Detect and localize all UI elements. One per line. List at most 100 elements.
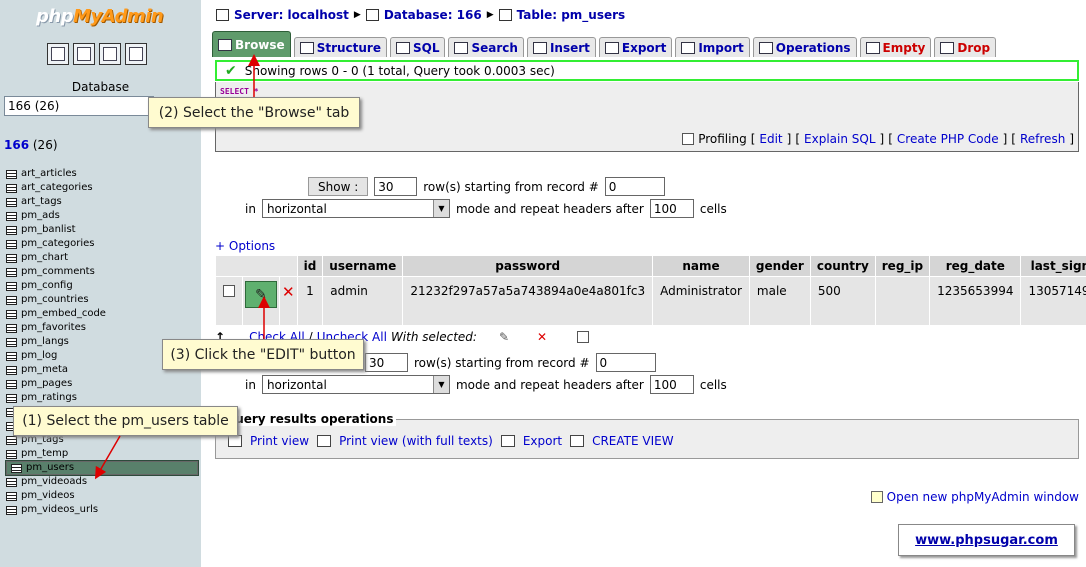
documentation-icon[interactable] bbox=[99, 43, 121, 65]
table-icon[interactable] bbox=[6, 309, 17, 319]
column-header-password[interactable]: password bbox=[403, 256, 653, 276]
table-list-item[interactable]: pm_banlist bbox=[6, 223, 198, 237]
new-window-link[interactable]: Open new phpMyAdmin window bbox=[887, 490, 1079, 504]
table-icon[interactable] bbox=[6, 505, 17, 515]
sql-docs-icon[interactable] bbox=[125, 43, 147, 65]
table-list-item[interactable]: art_articles bbox=[6, 167, 198, 181]
display-mode-select-bottom[interactable]: horizontal ▼ bbox=[261, 375, 450, 394]
table-icon[interactable] bbox=[6, 225, 17, 235]
database-select[interactable]: 166 (26) bbox=[4, 96, 154, 116]
rows-input[interactable]: 30 bbox=[374, 177, 418, 196]
table-list-item[interactable]: pm_chart bbox=[6, 251, 198, 265]
table-icon[interactable] bbox=[6, 379, 17, 389]
profiling-checkbox[interactable] bbox=[682, 133, 695, 145]
print-full-link[interactable]: Print view (with full texts) bbox=[339, 434, 493, 448]
table-icon[interactable] bbox=[6, 253, 17, 263]
column-header-country[interactable]: country bbox=[810, 256, 875, 276]
export-link[interactable]: Export bbox=[523, 434, 562, 448]
phpmyadmin-logo[interactable]: phpMyAdmin bbox=[36, 6, 164, 27]
row-checkbox[interactable] bbox=[223, 285, 235, 297]
tab-browse[interactable]: Browse bbox=[212, 31, 291, 57]
table-list-item[interactable]: pm_config bbox=[6, 279, 198, 293]
table-list-item[interactable]: pm_countries bbox=[6, 293, 198, 307]
column-header-reg_ip[interactable]: reg_ip bbox=[875, 256, 930, 276]
table-icon[interactable] bbox=[6, 449, 17, 459]
column-header-last_signin[interactable]: last_signin bbox=[1021, 256, 1086, 276]
export-icon[interactable] bbox=[577, 331, 590, 343]
tab-import[interactable]: Import bbox=[675, 37, 750, 57]
tab-insert[interactable]: Insert bbox=[526, 37, 596, 57]
table-icon[interactable] bbox=[6, 267, 17, 277]
edit-button[interactable]: ✎ bbox=[245, 281, 277, 308]
table-icon[interactable] bbox=[6, 211, 17, 221]
table-icon[interactable] bbox=[6, 295, 17, 305]
tab-operations[interactable]: Operations bbox=[752, 37, 857, 57]
tab-label: Export bbox=[621, 40, 667, 55]
column-header-reg_date[interactable]: reg_date bbox=[930, 256, 1021, 276]
rows-input-bottom[interactable]: 30 bbox=[365, 353, 408, 372]
table-icon[interactable] bbox=[6, 435, 17, 445]
repeat-headers-input[interactable]: 100 bbox=[649, 199, 694, 218]
table-icon[interactable] bbox=[6, 183, 17, 193]
tab-structure[interactable]: Structure bbox=[293, 37, 387, 57]
tab-empty[interactable]: Empty bbox=[859, 37, 932, 57]
tab-sql[interactable]: SQL bbox=[389, 37, 446, 57]
repeat-headers-input-bottom[interactable]: 100 bbox=[649, 375, 694, 394]
column-header-gender[interactable]: gender bbox=[749, 256, 810, 276]
table-list-item[interactable]: pm_videoads bbox=[6, 475, 198, 489]
start-record-input[interactable]: 0 bbox=[604, 177, 665, 196]
table-icon[interactable] bbox=[6, 169, 17, 179]
create-view-link[interactable]: CREATE VIEW bbox=[592, 434, 674, 448]
site-badge[interactable]: www.phpsugar.com bbox=[898, 524, 1075, 556]
table-list-item[interactable]: pm_users bbox=[5, 460, 199, 476]
pencil-icon[interactable]: ✎ bbox=[499, 330, 509, 344]
delete-icon[interactable]: ✕ bbox=[282, 283, 295, 301]
print-view-link[interactable]: Print view bbox=[250, 434, 309, 448]
cell-gender: male bbox=[749, 277, 810, 325]
table-list-item[interactable]: pm_favorites bbox=[6, 321, 198, 335]
table-icon[interactable] bbox=[6, 239, 17, 249]
table-list-item[interactable]: pm_videos_urls bbox=[6, 503, 198, 517]
table-list-item[interactable]: art_categories bbox=[6, 181, 198, 195]
table-list-item[interactable]: pm_categories bbox=[6, 237, 198, 251]
display-mode-select[interactable]: horizontal ▼ bbox=[261, 199, 450, 218]
table-icon[interactable] bbox=[6, 337, 17, 347]
edit-sql-link[interactable]: Edit bbox=[759, 132, 782, 146]
table-icon[interactable] bbox=[6, 323, 17, 333]
tab-export[interactable]: Export bbox=[598, 37, 673, 57]
breadcrumb-database[interactable]: Database: 166 bbox=[384, 8, 482, 22]
start-record-input-bottom[interactable]: 0 bbox=[595, 353, 656, 372]
column-header-name[interactable]: name bbox=[653, 256, 749, 276]
refresh-link[interactable]: Refresh bbox=[1020, 132, 1065, 146]
table-icon[interactable] bbox=[11, 463, 22, 473]
tab-drop[interactable]: Drop bbox=[934, 37, 997, 57]
query-window-icon[interactable] bbox=[73, 43, 95, 65]
table-list-item[interactable]: art_tags bbox=[6, 195, 198, 209]
table-icon[interactable] bbox=[6, 393, 17, 403]
table-icon[interactable] bbox=[6, 197, 17, 207]
breadcrumb-server[interactable]: Server: localhost bbox=[234, 8, 349, 22]
table-icon[interactable] bbox=[6, 351, 17, 361]
tab-search[interactable]: Search bbox=[448, 37, 524, 57]
table-list-item[interactable]: pm_embed_code bbox=[6, 307, 198, 321]
table-icon[interactable] bbox=[6, 365, 17, 375]
explain-sql-link[interactable]: Explain SQL bbox=[804, 132, 876, 146]
table-icon[interactable] bbox=[6, 491, 17, 501]
table-list-item[interactable]: pm_ratings bbox=[6, 391, 198, 405]
table-list-item[interactable]: pm_videos bbox=[6, 489, 198, 503]
column-header-id[interactable]: id bbox=[297, 256, 323, 276]
options-link[interactable]: + Options bbox=[215, 239, 275, 253]
create-php-code-link[interactable]: Create PHP Code bbox=[897, 132, 999, 146]
table-icon[interactable] bbox=[6, 281, 17, 291]
column-header-username[interactable]: username bbox=[323, 256, 403, 276]
table-list-item[interactable]: pm_pages bbox=[6, 377, 198, 391]
database-link[interactable]: 166 bbox=[4, 138, 29, 152]
table-list-item[interactable]: pm_comments bbox=[6, 265, 198, 279]
delete-icon[interactable]: ✕ bbox=[537, 330, 547, 344]
table-list-item[interactable]: pm_ads bbox=[6, 209, 198, 223]
show-button[interactable]: Show : bbox=[308, 177, 369, 196]
table-icon[interactable] bbox=[6, 477, 17, 487]
table-list-item[interactable]: pm_temp bbox=[6, 447, 198, 461]
home-icon[interactable] bbox=[47, 43, 69, 65]
breadcrumb-table[interactable]: Table: pm_users bbox=[517, 8, 626, 22]
